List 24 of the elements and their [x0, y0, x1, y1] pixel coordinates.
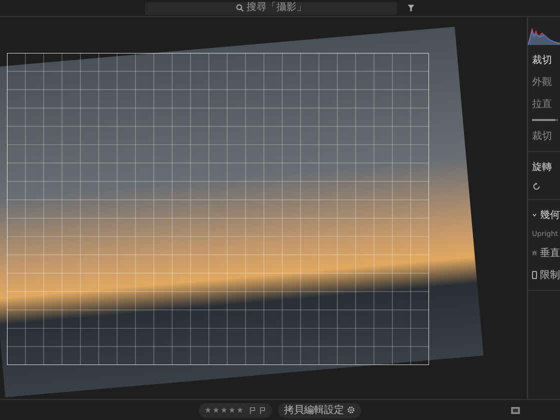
- star-rating[interactable]: [205, 407, 243, 413]
- crop-grid[interactable]: [7, 53, 429, 365]
- filter-icon[interactable]: [407, 4, 415, 12]
- star-icon[interactable]: [221, 407, 227, 413]
- search-icon: [236, 4, 244, 12]
- slider-label: 拉直: [532, 98, 553, 111]
- guided-upright-icon[interactable]: [532, 248, 537, 258]
- section-title: 裁切: [532, 54, 553, 67]
- checkbox-label: 限制: [540, 268, 560, 282]
- star-icon[interactable]: [205, 407, 211, 413]
- rotate-icon[interactable]: [532, 182, 541, 191]
- button-label[interactable]: 垂直: [540, 246, 560, 260]
- section-title: 旋轉: [532, 160, 553, 174]
- field-label: 裁切: [532, 130, 553, 143]
- star-icon[interactable]: [213, 407, 219, 413]
- star-icon[interactable]: [237, 407, 243, 413]
- filmstrip-icon[interactable]: [511, 406, 520, 414]
- star-icon[interactable]: [229, 407, 235, 413]
- field-label: 外觀: [532, 76, 553, 89]
- settings-icon[interactable]: [347, 406, 355, 414]
- section-title: 幾何: [540, 209, 560, 222]
- checkbox[interactable]: [532, 271, 537, 279]
- search-field[interactable]: 搜尋「攝影」: [145, 2, 397, 14]
- chevron-icon[interactable]: [532, 212, 537, 218]
